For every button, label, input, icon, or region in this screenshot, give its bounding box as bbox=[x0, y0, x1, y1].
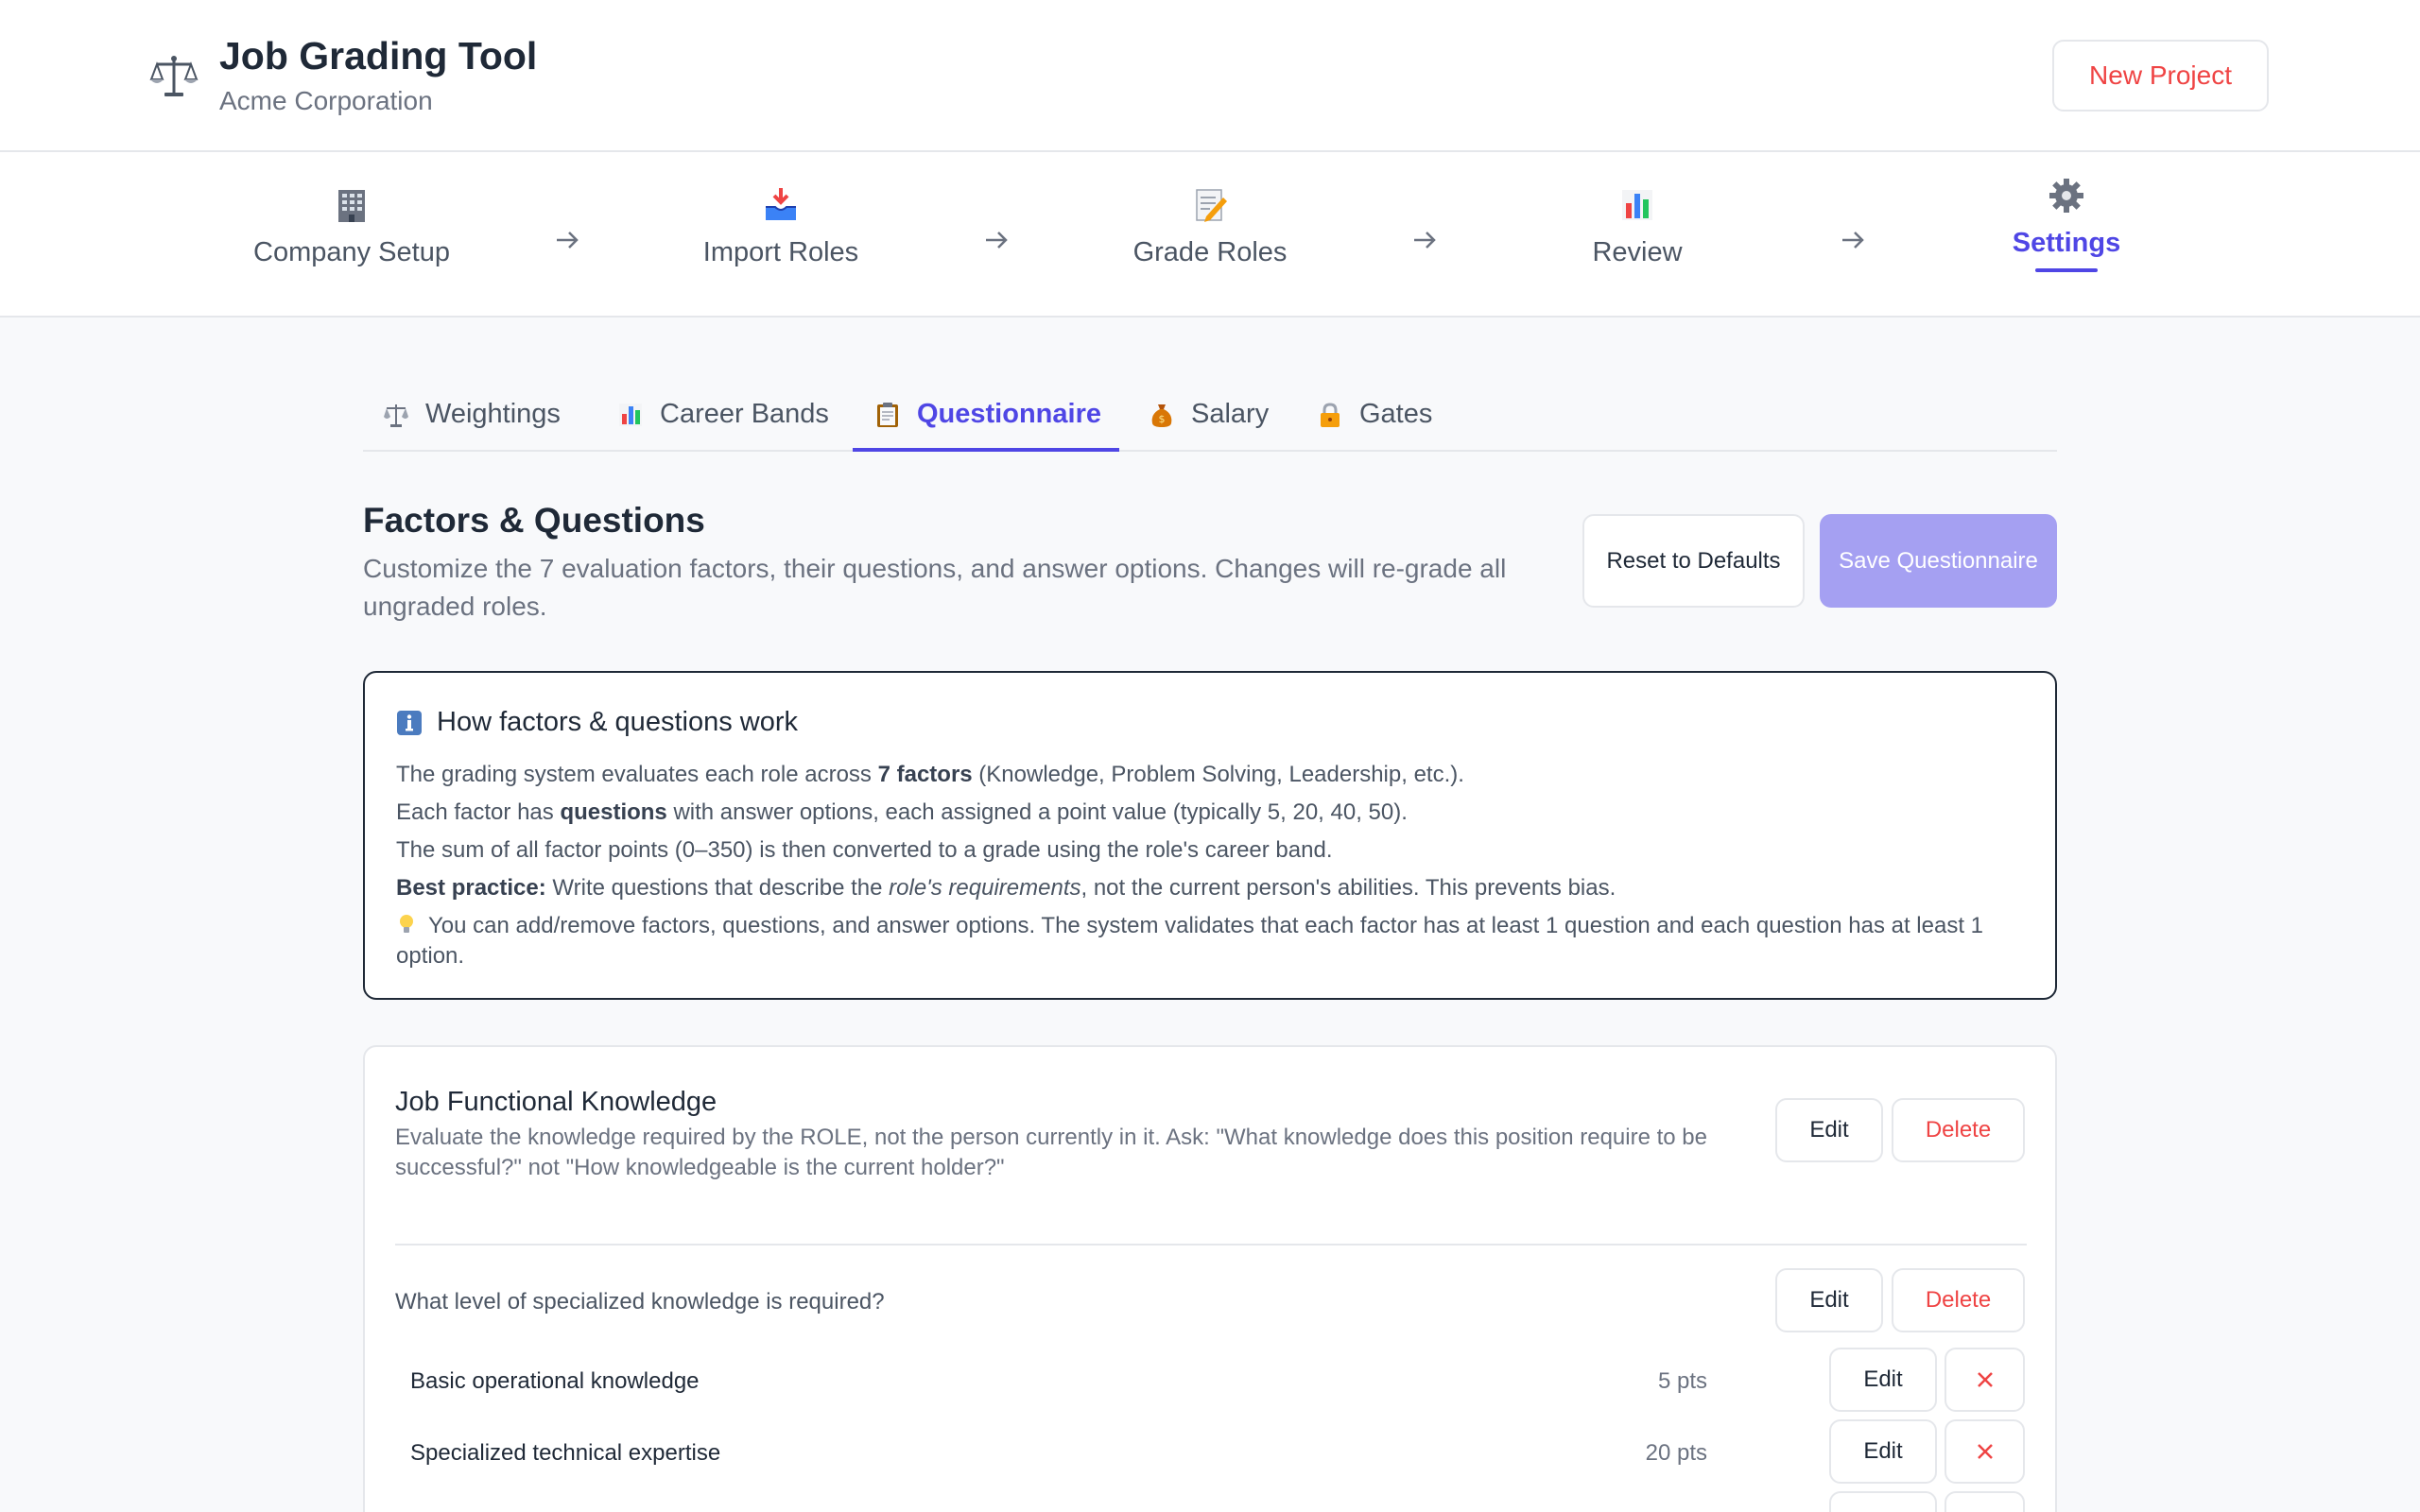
option-points: 5 pts bbox=[1657, 1368, 1707, 1394]
section-title: Factors & Questions bbox=[363, 501, 705, 540]
option-points: 20 pts bbox=[1645, 1440, 1707, 1466]
edit-option-button[interactable]: Edit bbox=[1829, 1348, 1937, 1412]
tab-label: Gates bbox=[1359, 399, 1433, 429]
step-review[interactable]: Review bbox=[1495, 186, 1779, 268]
divider bbox=[395, 1244, 2027, 1246]
gear-icon bbox=[2049, 179, 2083, 213]
factor-description: Evaluate the knowledge required by the R… bbox=[395, 1125, 1707, 1180]
lock-icon bbox=[1321, 403, 1340, 427]
memo-icon bbox=[1196, 189, 1227, 222]
reset-to-defaults-button[interactable]: Reset to Defaults bbox=[1582, 514, 1805, 608]
bar-chart-icon bbox=[619, 404, 642, 426]
step-settings[interactable]: Settings bbox=[1925, 177, 2208, 272]
tab-questionnaire[interactable]: Questionnaire bbox=[853, 387, 1119, 452]
building-icon bbox=[338, 190, 365, 222]
inbox-tray-icon bbox=[766, 188, 796, 220]
info-panel: How factors & questions work The grading… bbox=[363, 671, 2057, 1000]
tab-career-bands[interactable]: Career Bands bbox=[616, 387, 829, 452]
remove-option-button[interactable] bbox=[1945, 1419, 2025, 1484]
option-label: Specialized technical expertise bbox=[410, 1440, 721, 1466]
save-questionnaire-button[interactable]: Save Questionnaire bbox=[1820, 514, 2057, 608]
info-title: How factors & questions work bbox=[437, 707, 798, 737]
tab-gates[interactable]: Gates bbox=[1316, 387, 1432, 452]
edit-factor-button[interactable]: Edit bbox=[1775, 1098, 1883, 1162]
info-icon bbox=[397, 710, 422, 735]
bar-chart-icon bbox=[1622, 190, 1652, 220]
tab-weightings[interactable]: Weightings bbox=[382, 387, 561, 452]
step-label: Grade Roles bbox=[1132, 237, 1288, 267]
step-label: Company Setup bbox=[253, 237, 450, 267]
workflow-stepper: Company Setup Import Roles Grade Roles R… bbox=[0, 152, 2420, 318]
tab-salary[interactable]: $ Salary bbox=[1148, 387, 1269, 452]
step-label: Settings bbox=[2012, 228, 2121, 258]
balance-scale-icon bbox=[384, 404, 408, 427]
close-icon bbox=[1977, 1444, 1993, 1459]
delete-factor-button[interactable]: Delete bbox=[1892, 1098, 2025, 1162]
step-label: Review bbox=[1592, 237, 1683, 267]
delete-question-button[interactable]: Delete bbox=[1892, 1268, 2025, 1332]
step-grade-roles[interactable]: Grade Roles bbox=[1068, 186, 1352, 268]
app-header: Job Grading Tool Acme Corporation New Pr… bbox=[0, 0, 2420, 152]
option-label: Basic operational knowledge bbox=[410, 1368, 700, 1394]
tab-label: Questionnaire bbox=[917, 399, 1101, 429]
active-step-indicator bbox=[2035, 268, 2098, 272]
step-company-setup[interactable]: Company Setup bbox=[210, 186, 493, 268]
balance-scale-icon bbox=[149, 56, 199, 96]
factor-card: Job Functional Knowledge Evaluate the kn… bbox=[363, 1045, 2057, 1512]
edit-option-button[interactable]: Edit bbox=[1829, 1419, 1937, 1484]
money-bag-icon: $ bbox=[1151, 404, 1172, 427]
arrow-right-icon bbox=[1414, 232, 1436, 249]
svg-text:$: $ bbox=[1159, 413, 1166, 425]
company-name: Acme Corporation bbox=[219, 86, 433, 115]
tab-label: Weightings bbox=[425, 399, 561, 429]
arrow-right-icon bbox=[1842, 232, 1864, 249]
info-line-4: Best practice: Write questions that desc… bbox=[396, 875, 1616, 901]
tab-label: Salary bbox=[1191, 399, 1270, 429]
edit-option-button[interactable]: Edit bbox=[1829, 1491, 1937, 1512]
settings-tabs: Weightings Career Bands Questionnaire $ … bbox=[363, 387, 2057, 452]
edit-question-button[interactable]: Edit bbox=[1775, 1268, 1883, 1332]
info-line-3: The sum of all factor points (0–350) is … bbox=[396, 837, 1333, 863]
info-line-2: Each factor has questions with answer op… bbox=[396, 799, 1408, 825]
new-project-button[interactable]: New Project bbox=[2052, 40, 2269, 112]
arrow-right-icon bbox=[557, 232, 579, 249]
app-title: Job Grading Tool bbox=[219, 34, 538, 77]
clipboard-icon bbox=[877, 403, 898, 427]
section-description: Customize the 7 evaluation factors, thei… bbox=[363, 554, 1507, 621]
info-line-1: The grading system evaluates each role a… bbox=[396, 762, 1464, 787]
close-icon bbox=[1977, 1372, 1993, 1387]
info-line-5: You can add/remove factors, questions, a… bbox=[396, 913, 1984, 969]
factor-title: Job Functional Knowledge bbox=[395, 1087, 717, 1117]
step-label: Import Roles bbox=[702, 237, 859, 267]
tab-label: Career Bands bbox=[660, 399, 829, 429]
lightbulb-icon bbox=[400, 915, 413, 933]
remove-option-button[interactable] bbox=[1945, 1348, 2025, 1412]
remove-option-button[interactable] bbox=[1945, 1491, 2025, 1512]
question-text: What level of specialized knowledge is r… bbox=[395, 1289, 885, 1314]
arrow-right-icon bbox=[986, 232, 1008, 249]
step-import-roles[interactable]: Import Roles bbox=[639, 186, 923, 268]
